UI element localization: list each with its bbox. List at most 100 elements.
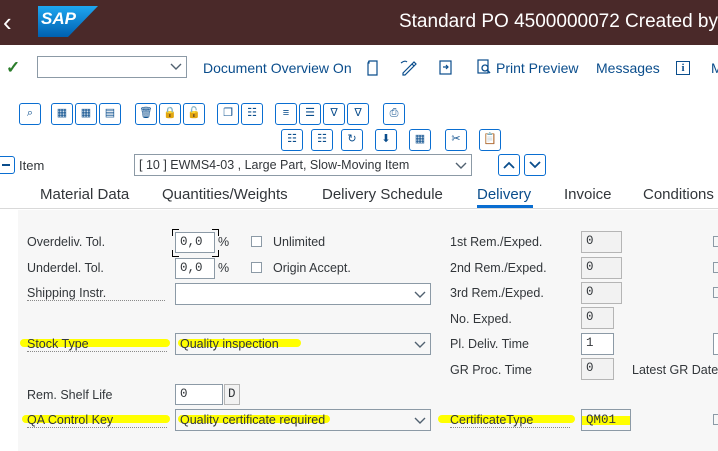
shipping-instr-select[interactable] <box>175 283 431 305</box>
right-field-partial[interactable] <box>713 333 718 355</box>
rem-shelf-life-unit: D <box>228 387 236 401</box>
pl-deliv-time-value: 1 <box>586 336 594 350</box>
document-download-button[interactable]: ⬇ <box>375 129 397 151</box>
gr-proc-time-label: GR Proc. Time <box>450 363 532 377</box>
account-assignment-button[interactable]: ☷ <box>311 129 333 151</box>
previous-item-button[interactable] <box>498 154 520 176</box>
lock-icon: 🔒 <box>163 107 177 119</box>
rem3-value: 0 <box>586 285 594 299</box>
certificate-type-label: CertificateType <box>450 413 570 428</box>
print-preview-button[interactable]: Print Preview <box>496 60 578 76</box>
edit-pencil-icon[interactable] <box>400 59 418 76</box>
select-all-button[interactable]: ▦ <box>51 103 73 125</box>
stock-type-value: Quality inspection <box>180 337 279 351</box>
new-document-icon[interactable] <box>366 60 379 76</box>
tab-conditions[interactable]: Conditions <box>643 186 714 203</box>
qa-control-key-select[interactable]: Quality certificate required <box>175 409 431 431</box>
copy-button[interactable]: ❐ <box>217 103 239 125</box>
hierarchy-button[interactable]: ☷ <box>241 103 263 125</box>
copy-icon: ❐ <box>223 107 233 119</box>
gr-proc-time-value: 0 <box>586 361 594 375</box>
grid-select-icon: ▦ <box>56 107 68 119</box>
tab-delivery[interactable]: Delivery <box>477 186 531 203</box>
shipping-instr-label: Shipping Instr. <box>27 286 165 301</box>
document-note-icon: ⎙ <box>389 107 399 119</box>
right-checkbox-2[interactable] <box>713 262 718 273</box>
rem2-value: 0 <box>586 260 594 274</box>
lines-icon: ≡ <box>282 107 290 119</box>
collapse-item-toggle[interactable] <box>0 156 15 174</box>
right-checkbox-4[interactable] <box>713 414 718 425</box>
item-label: Item <box>19 158 45 173</box>
underdel-tol-label: Underdel. Tol. <box>27 261 104 275</box>
org-chart-button[interactable]: ☷ <box>281 129 303 151</box>
underdel-tol-value: 0,0 <box>180 261 203 275</box>
rem-shelf-life-value: 0 <box>180 387 188 401</box>
tab-material-data[interactable]: Material Data <box>40 186 129 203</box>
rem3-label: 3rd Rem./Exped. <box>450 286 544 300</box>
overdeliv-tol-field[interactable]: 0,0 <box>175 232 215 253</box>
align-top-button[interactable]: ≡ <box>275 103 297 125</box>
enter-check-icon[interactable]: ✓ <box>6 58 22 78</box>
right-checkbox-3[interactable] <box>713 287 718 298</box>
more-menu-button[interactable]: M <box>711 60 718 76</box>
certificate-type-field[interactable]: QM01 <box>581 409 631 431</box>
lock-button[interactable]: 🔒 <box>159 103 181 125</box>
page-title: Standard PO 4500000072 Created by <box>398 11 718 32</box>
rem2-label: 2nd Rem./Exped. <box>450 261 547 275</box>
right-checkbox-1[interactable] <box>713 236 718 247</box>
tab-invoice[interactable]: Invoice <box>564 186 612 203</box>
paste-button[interactable]: 📋 <box>479 129 501 151</box>
underdel-percent: % <box>218 261 230 275</box>
cut-button[interactable]: ✂ <box>445 129 467 151</box>
command-field[interactable] <box>37 56 187 78</box>
rem3-field: 0 <box>581 282 622 304</box>
calculator-icon: ▦ <box>414 133 426 145</box>
item-select[interactable]: [ 10 ] EWMS4-03 , Large Part, Slow-Movin… <box>134 154 472 176</box>
origin-accept-checkbox[interactable] <box>251 262 262 273</box>
rem1-label: 1st Rem./Exped. <box>450 235 543 249</box>
no-exped-value: 0 <box>586 310 594 324</box>
chevron-down-icon <box>414 291 426 298</box>
select-block-button[interactable]: ▦ <box>75 103 97 125</box>
clipboard-icon: 📋 <box>483 133 497 145</box>
next-item-button[interactable] <box>524 154 546 176</box>
tab-delivery-schedule[interactable]: Delivery Schedule <box>322 186 443 203</box>
org-chart-icon: ☷ <box>287 133 297 145</box>
overdeliv-percent: % <box>218 235 230 249</box>
document-refresh-button[interactable]: ↻ <box>341 129 363 151</box>
chevron-up-icon <box>503 161 515 169</box>
other-document-icon[interactable] <box>437 59 455 76</box>
chevron-down-icon <box>170 63 182 70</box>
delete-button[interactable]: 🗑 <box>135 103 157 125</box>
filter-settings-button[interactable]: ∇ <box>347 103 369 125</box>
certificate-type-value: QM01 <box>586 413 617 427</box>
underdel-tol-field[interactable]: 0,0 <box>175 258 215 279</box>
rem-shelf-life-field[interactable]: 0 <box>175 384 223 405</box>
zoom-detail-button[interactable]: ⌕ <box>19 103 41 125</box>
tab-divider <box>0 208 718 209</box>
back-button[interactable]: ‹ <box>3 8 21 36</box>
sap-logo-text: SAP <box>41 9 76 28</box>
unlimited-checkbox[interactable] <box>251 236 262 247</box>
info-icon[interactable]: i <box>676 61 690 75</box>
align-center-button[interactable]: ☰ <box>299 103 321 125</box>
filter-button[interactable]: ∇ <box>323 103 345 125</box>
origin-accept-label: Origin Accept. <box>273 261 351 275</box>
document-refresh-icon: ↻ <box>347 133 357 145</box>
latest-gr-date-label: Latest GR Date <box>632 363 718 377</box>
tab-quantities-weights[interactable]: Quantities/Weights <box>162 186 288 203</box>
stock-type-select[interactable]: Quality inspection <box>175 333 431 355</box>
lines-center-icon: ☰ <box>305 107 315 119</box>
chevron-down-icon <box>455 162 467 169</box>
unlock-button[interactable]: 🔓 <box>183 103 205 125</box>
unlimited-label: Unlimited <box>273 235 326 249</box>
deselect-all-button[interactable]: ▤ <box>99 103 121 125</box>
calculator-button[interactable]: ▦ <box>409 129 431 151</box>
item-select-value: [ 10 ] EWMS4-03 , Large Part, Slow-Movin… <box>139 158 410 172</box>
messages-button[interactable]: Messages <box>596 60 660 76</box>
pl-deliv-time-field[interactable]: 1 <box>581 333 614 355</box>
print-preview-icon[interactable] <box>476 59 492 75</box>
note-button[interactable]: ⎙ <box>383 103 405 125</box>
document-overview-button[interactable]: Document Overview On <box>203 60 352 76</box>
